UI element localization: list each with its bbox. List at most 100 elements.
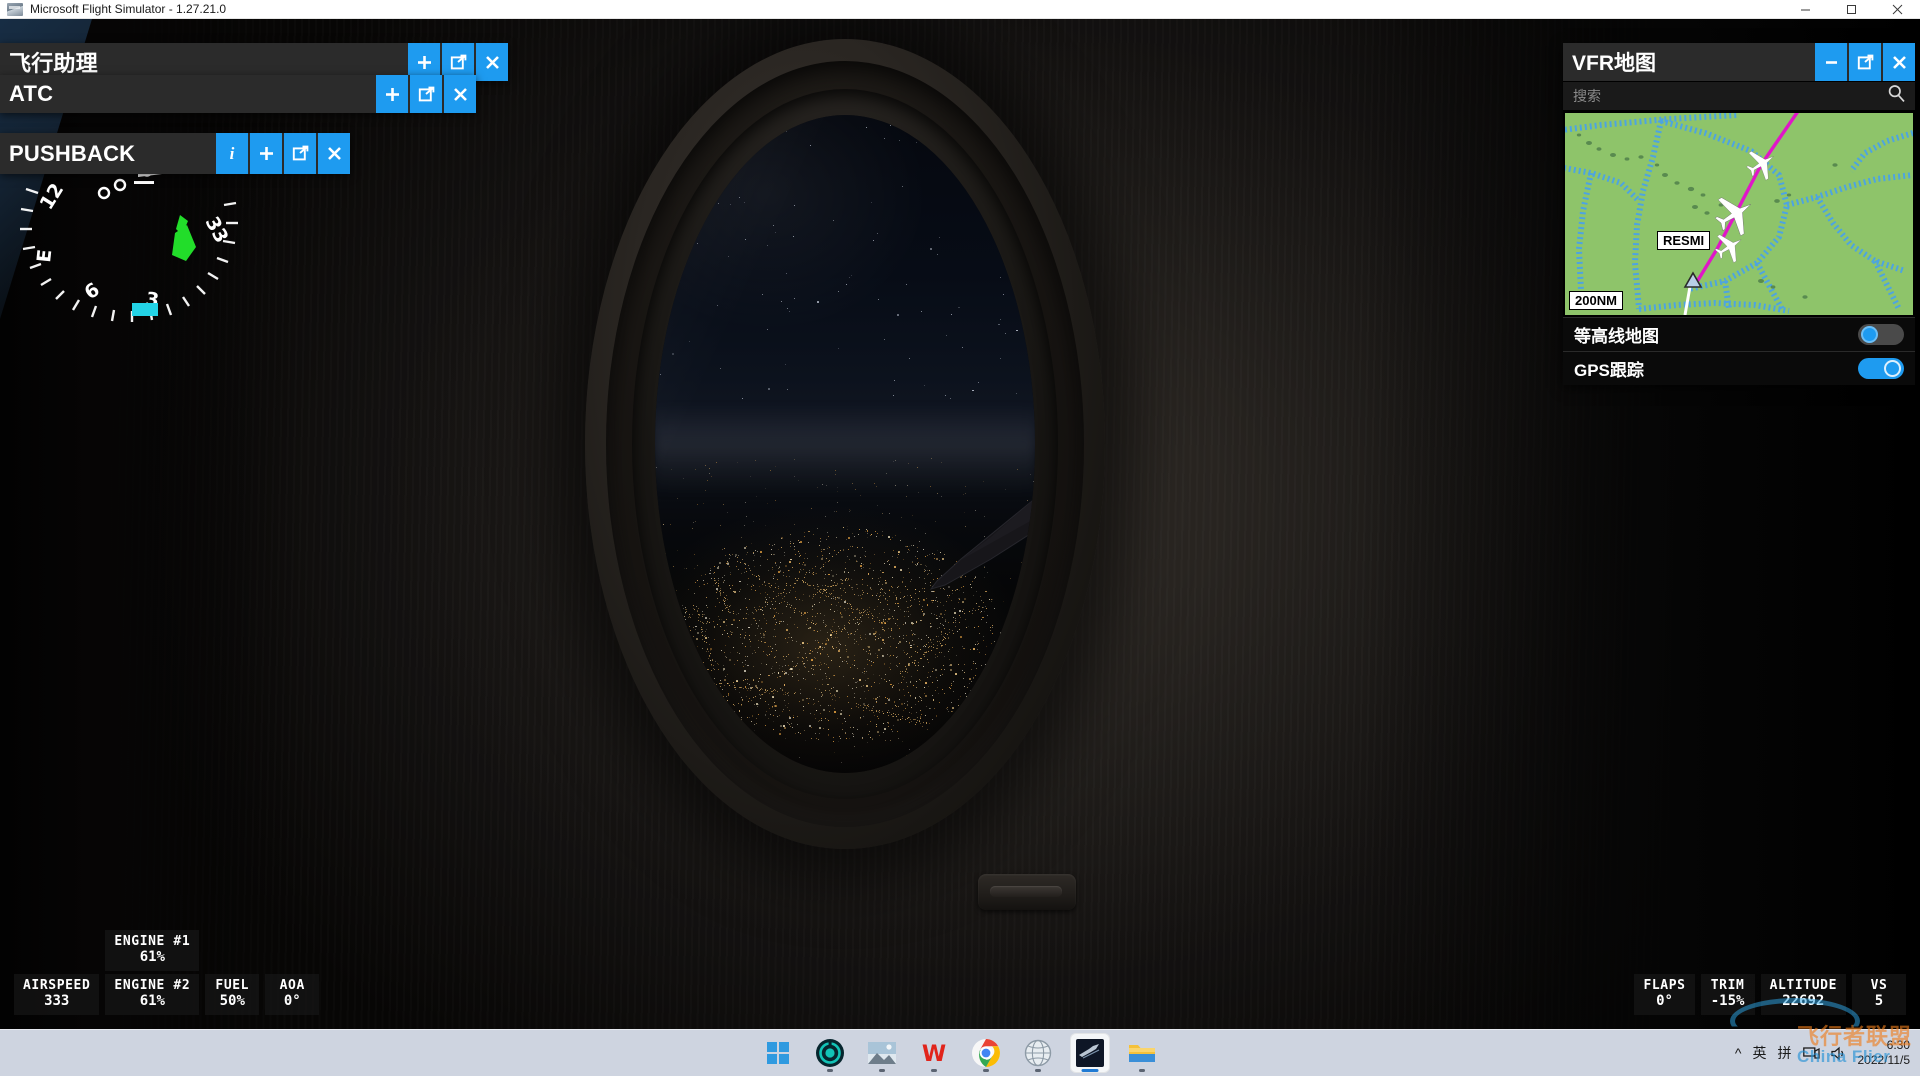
search-icon[interactable] <box>1887 84 1906 108</box>
readout-label: AIRSPEED <box>23 978 91 993</box>
aoa-readout: AOA 0° <box>265 974 320 1015</box>
info-button[interactable]: i <box>216 133 248 174</box>
search-placeholder: 搜索 <box>1573 88 1601 104</box>
altitude-readout: ALTITUDE 22692 <box>1760 974 1846 1015</box>
folder-icon <box>1129 1045 1155 1062</box>
trim-readout: TRIM -15% <box>1700 974 1755 1015</box>
taskbar-app-globe[interactable] <box>1018 1033 1058 1073</box>
panel-pushback[interactable]: PUSHBACK i <box>0 133 350 174</box>
hud-left-group: AIRSPEED 333 ENGINE #1 61% ENGINE #2 61%… <box>14 930 320 1015</box>
panel-title: PUSHBACK <box>9 140 136 166</box>
taskbar-app-chrome[interactable] <box>966 1033 1006 1073</box>
simulator-viewport[interactable]: 12 E 33 3 6 飞行助理 ATC PUSHBACK i VFR地图 搜索… <box>0 19 1920 1029</box>
popout-button[interactable] <box>284 133 316 174</box>
window-titlebar: Microsoft Flight Simulator - 1.27.21.0 <box>0 0 1920 19</box>
vfr-window-buttons <box>1813 43 1915 81</box>
wps-office-icon: W <box>922 1042 946 1067</box>
panel-title: 飞行助理 <box>9 51 98 76</box>
readout-value: 5 <box>1874 993 1884 1009</box>
panel-buttons: i <box>214 133 350 174</box>
vfr-option-contour-map[interactable]: 等高线地图 <box>1563 317 1915 351</box>
airspeed-readout: AIRSPEED 333 <box>14 974 100 1015</box>
readout-value: 333 <box>44 993 70 1009</box>
close-button[interactable] <box>476 43 508 81</box>
compass-heading-bug <box>172 225 196 261</box>
photo-icon <box>868 1042 896 1064</box>
popout-button[interactable] <box>410 75 442 113</box>
tray-overflow-button[interactable]: ^ <box>1735 1045 1742 1061</box>
window-shade-handle[interactable] <box>978 874 1076 910</box>
close-icon[interactable] <box>1883 43 1915 81</box>
svg-text:W: W <box>922 1042 946 1067</box>
readout-value: 61% <box>139 993 165 1009</box>
glass-reflection <box>655 115 1035 773</box>
clock-time: 6:30 <box>1886 1038 1910 1052</box>
compass-tick-6: 6 <box>80 279 103 305</box>
close-icon[interactable] <box>1874 0 1920 19</box>
windows-logo-icon <box>767 1042 789 1064</box>
network-icon[interactable] <box>1802 1046 1820 1061</box>
option-label: GPS跟踪 <box>1574 361 1644 380</box>
readout-value: 0° <box>1656 993 1673 1009</box>
taskbar-app-teal[interactable] <box>810 1033 850 1073</box>
compass-tick-E: E <box>33 248 56 263</box>
minimize-icon[interactable] <box>1782 0 1828 19</box>
readout-value: -15% <box>1710 993 1745 1009</box>
teal-circle-icon <box>816 1039 844 1067</box>
taskbar-apps: W <box>758 1033 1162 1073</box>
system-tray: ^ 英 拼 6:30 2022/11/5 <box>1735 1038 1914 1068</box>
maximize-icon[interactable] <box>1828 0 1874 19</box>
vfr-search-bar[interactable]: 搜索 <box>1563 81 1915 111</box>
panel-title: ATC <box>9 81 54 106</box>
add-button[interactable] <box>250 133 282 174</box>
readout-value: 0° <box>283 993 301 1009</box>
globe-icon <box>1024 1039 1052 1067</box>
minimize-icon[interactable] <box>1815 43 1847 81</box>
popout-icon[interactable] <box>1849 43 1881 81</box>
cabin-window-view <box>655 115 1035 773</box>
compass-tick-12: 12 <box>36 180 69 214</box>
panel-atc[interactable]: ATC <box>0 75 476 113</box>
clock-date: 2022/11/5 <box>1857 1053 1911 1067</box>
taskbar-clock[interactable]: 6:30 2022/11/5 <box>1858 1038 1915 1068</box>
flaps-readout: FLAPS 0° <box>1634 974 1695 1015</box>
window-title: Microsoft Flight Simulator - 1.27.21.0 <box>30 2 227 16</box>
panel-buttons <box>374 75 476 113</box>
add-button[interactable] <box>376 75 408 113</box>
vfr-map-title: VFR地图 <box>1572 52 1656 75</box>
readout-value: 50% <box>219 993 245 1009</box>
readout-value: 22692 <box>1782 993 1825 1009</box>
vfr-option-gps-tracking[interactable]: GPS跟踪 <box>1563 351 1915 385</box>
ime-mode-indicator[interactable]: 拼 <box>1778 1043 1792 1063</box>
gps-tracking-toggle[interactable] <box>1858 358 1904 379</box>
readout-label: TRIM <box>1710 978 1745 993</box>
vfr-map-header: VFR地图 <box>1563 43 1915 81</box>
msfs-app-icon <box>7 2 23 16</box>
readout-label: ENGINE #2 <box>114 978 191 993</box>
windows-taskbar[interactable]: W ^ 英 拼 6:30 2022/11/5 <box>0 1029 1920 1076</box>
readout-label: ENGINE #1 <box>114 934 191 949</box>
taskbar-app-explorer[interactable] <box>1122 1033 1162 1073</box>
ime-language-indicator[interactable]: 英 <box>1753 1043 1767 1063</box>
start-button[interactable] <box>758 1033 798 1073</box>
vs-readout: VS 5 <box>1852 974 1906 1015</box>
option-label: 等高线地图 <box>1574 327 1659 346</box>
msfs-icon <box>1076 1039 1104 1067</box>
engine1-readout: ENGINE #1 61% <box>105 930 200 971</box>
engine2-readout: ENGINE #2 61% <box>105 974 200 1015</box>
volume-icon[interactable] <box>1830 1046 1847 1061</box>
taskbar-app-photos[interactable] <box>862 1033 902 1073</box>
contour-map-toggle[interactable] <box>1858 324 1904 345</box>
close-button[interactable] <box>444 75 476 113</box>
readout-label: VS <box>1870 978 1888 993</box>
close-button[interactable] <box>318 133 350 174</box>
compass-course-marker <box>132 303 158 316</box>
fuel-readout: FUEL 50% <box>205 974 260 1015</box>
vfr-map-canvas[interactable]: RESMI 200NM <box>1563 111 1915 317</box>
readout-value: 61% <box>139 949 165 965</box>
vfr-map-panel[interactable]: VFR地图 搜索 RESMI 200NM 等高线地图 GPS跟踪 <box>1563 43 1915 385</box>
taskbar-app-wps[interactable]: W <box>914 1033 954 1073</box>
readout-label: FUEL <box>215 978 250 993</box>
map-scale-label: 200NM <box>1569 291 1623 310</box>
taskbar-app-msfs[interactable] <box>1070 1033 1110 1073</box>
